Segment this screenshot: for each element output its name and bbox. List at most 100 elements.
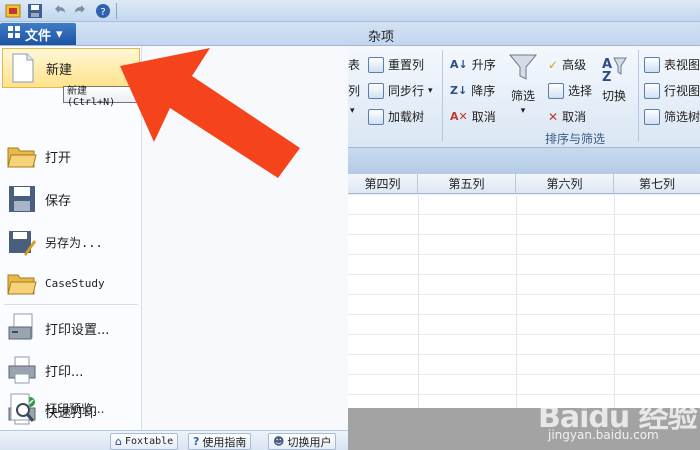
reset-column-label: 重置列 — [388, 58, 425, 72]
file-menu-footer: ⌂ Foxtable ? 使用指南 ☻ 切换用户 — [0, 430, 348, 450]
menu-item-label: 新建 — [46, 62, 73, 78]
foxtable-label: Foxtable — [124, 436, 174, 447]
select-button[interactable]: 选择 — [548, 82, 592, 99]
sort-descending-icon: Z↓ — [450, 84, 468, 97]
load-tree-label: 加载树 — [388, 110, 425, 124]
foxtable-button[interactable]: ⌂ Foxtable — [110, 433, 179, 450]
column-button-label: 列 — [348, 84, 361, 98]
annotation-arrow — [120, 48, 300, 178]
row-view-label: 行视图 — [664, 84, 700, 98]
print-settings-icon — [7, 313, 37, 343]
quick-access-toolbar: ? — [0, 0, 700, 22]
table-view-icon — [644, 56, 660, 73]
undo-icon[interactable] — [50, 2, 68, 20]
menu-item-save[interactable]: 保存 — [2, 179, 140, 219]
chevron-down-icon: ▾ — [56, 26, 63, 42]
printer-icon — [7, 355, 37, 385]
menu-item-label: 打印设置... — [45, 322, 110, 338]
menu-item-print-preview[interactable]: 打印预览... — [2, 388, 140, 428]
menu-item-label: 打开 — [45, 150, 72, 166]
help-icon: ? — [193, 435, 200, 448]
column-button[interactable]: 列 — [348, 82, 360, 99]
advanced-filter-label: 高级 — [562, 58, 587, 72]
toolbar-separator — [116, 3, 117, 19]
guide-label: 使用指南 — [202, 435, 247, 449]
group-label-sort-filter: 排序与筛选 — [545, 132, 606, 146]
column-header[interactable]: 第四列 — [348, 174, 418, 194]
switch-sort-label: 切换 — [601, 89, 626, 103]
switch-sort-icon: AZ — [600, 54, 628, 85]
redo-icon[interactable] — [72, 2, 90, 20]
tree-icon — [368, 108, 384, 125]
menu-item-print[interactable]: 打印... — [2, 350, 140, 390]
group-separator — [638, 50, 639, 142]
filter-tree-label: 筛选树 — [664, 110, 700, 124]
filter-tree-button[interactable]: 筛选树 — [644, 108, 700, 125]
sync-row-icon — [368, 82, 384, 99]
switch-user-label: 切换用户 — [287, 435, 332, 449]
guide-button[interactable]: ? 使用指南 — [188, 433, 252, 450]
sort-descending-button[interactable]: Z↓ 降序 — [450, 82, 495, 99]
tab-strip: 文件 ▾ 杂项 — [0, 22, 700, 46]
menu-item-save-as[interactable]: 另存为... — [2, 222, 140, 262]
sync-row-label: 同步行 — [388, 84, 425, 98]
cancel-filter-button[interactable]: ✕ 取消 — [548, 108, 586, 125]
table-button[interactable]: 表 — [348, 56, 360, 73]
column-header[interactable]: 第六列 — [516, 174, 614, 194]
tab-misc[interactable]: 杂项 — [368, 26, 394, 45]
column-header[interactable]: 第五列 — [418, 174, 516, 194]
advanced-filter-icon: ✓ — [548, 57, 559, 72]
sheet-title-bar — [348, 148, 700, 174]
chevron-down-icon: ▾ — [428, 85, 433, 96]
dropdown-arrow-icon[interactable]: ▾ — [350, 106, 355, 116]
reset-column-button[interactable]: 重置列 — [368, 56, 424, 73]
folder-open-icon — [7, 141, 37, 171]
cancel-sort-icon: A✕ — [450, 110, 468, 123]
table-view-button[interactable]: 表视图 — [644, 56, 700, 73]
sort-ascending-label: 升序 — [471, 58, 496, 72]
group-separator — [442, 50, 443, 142]
sync-row-button[interactable]: 同步行 ▾ — [368, 82, 433, 99]
menu-item-label: CaseStudy — [45, 276, 105, 290]
cancel-sort-button[interactable]: A✕ 取消 — [450, 108, 496, 125]
menu-item-casestudy[interactable]: CaseStudy — [2, 263, 140, 303]
menu-item-print-settings[interactable]: 打印设置... — [2, 308, 140, 348]
new-file-icon — [8, 53, 38, 83]
menu-separator — [4, 304, 138, 305]
menu-item-label: 另存为... — [45, 235, 103, 250]
save-icon — [7, 184, 37, 214]
help-icon[interactable]: ? — [94, 2, 112, 20]
user-icon: ☻ — [273, 435, 285, 448]
menu-item-label: 打印... — [45, 364, 84, 380]
menu-item-label: 保存 — [45, 193, 72, 209]
watermark-url: jingyan.baidu.com — [548, 428, 659, 442]
column-header[interactable]: 第七列 — [614, 174, 700, 194]
file-tab[interactable]: 文件 ▾ — [0, 23, 76, 45]
row-view-icon — [644, 82, 660, 99]
switch-sort-button[interactable]: AZ 切换 — [600, 54, 628, 104]
sheet-grid[interactable] — [348, 194, 700, 408]
select-label: 选择 — [568, 84, 593, 98]
sort-ascending-button[interactable]: A↓ 升序 — [450, 56, 496, 73]
cancel-sort-label: 取消 — [471, 110, 496, 124]
svg-text:Z: Z — [602, 70, 611, 82]
svg-text:?: ? — [100, 7, 105, 18]
reset-column-icon — [368, 56, 384, 73]
table-button-label: 表 — [348, 58, 361, 72]
row-view-button[interactable]: 行视图 — [644, 82, 700, 99]
cancel-filter-label: 取消 — [562, 110, 587, 124]
filter-button[interactable]: 筛选 ▾ — [508, 52, 538, 116]
sort-ascending-icon: A↓ — [450, 58, 468, 71]
switch-user-button[interactable]: ☻ 切换用户 — [268, 433, 337, 450]
app-icon[interactable] — [4, 2, 22, 20]
sort-descending-label: 降序 — [471, 84, 496, 98]
home-icon: ⌂ — [115, 435, 122, 448]
save-icon[interactable] — [26, 2, 44, 20]
filter-tree-icon — [644, 108, 660, 125]
folder-icon — [7, 268, 37, 298]
load-tree-button[interactable]: 加载树 — [368, 108, 424, 125]
column-header-row: 第四列 第五列 第六列 第七列 — [348, 174, 700, 194]
table-view-label: 表视图 — [664, 58, 700, 72]
funnel-icon — [508, 52, 538, 85]
advanced-filter-button[interactable]: ✓ 高级 — [548, 56, 586, 73]
